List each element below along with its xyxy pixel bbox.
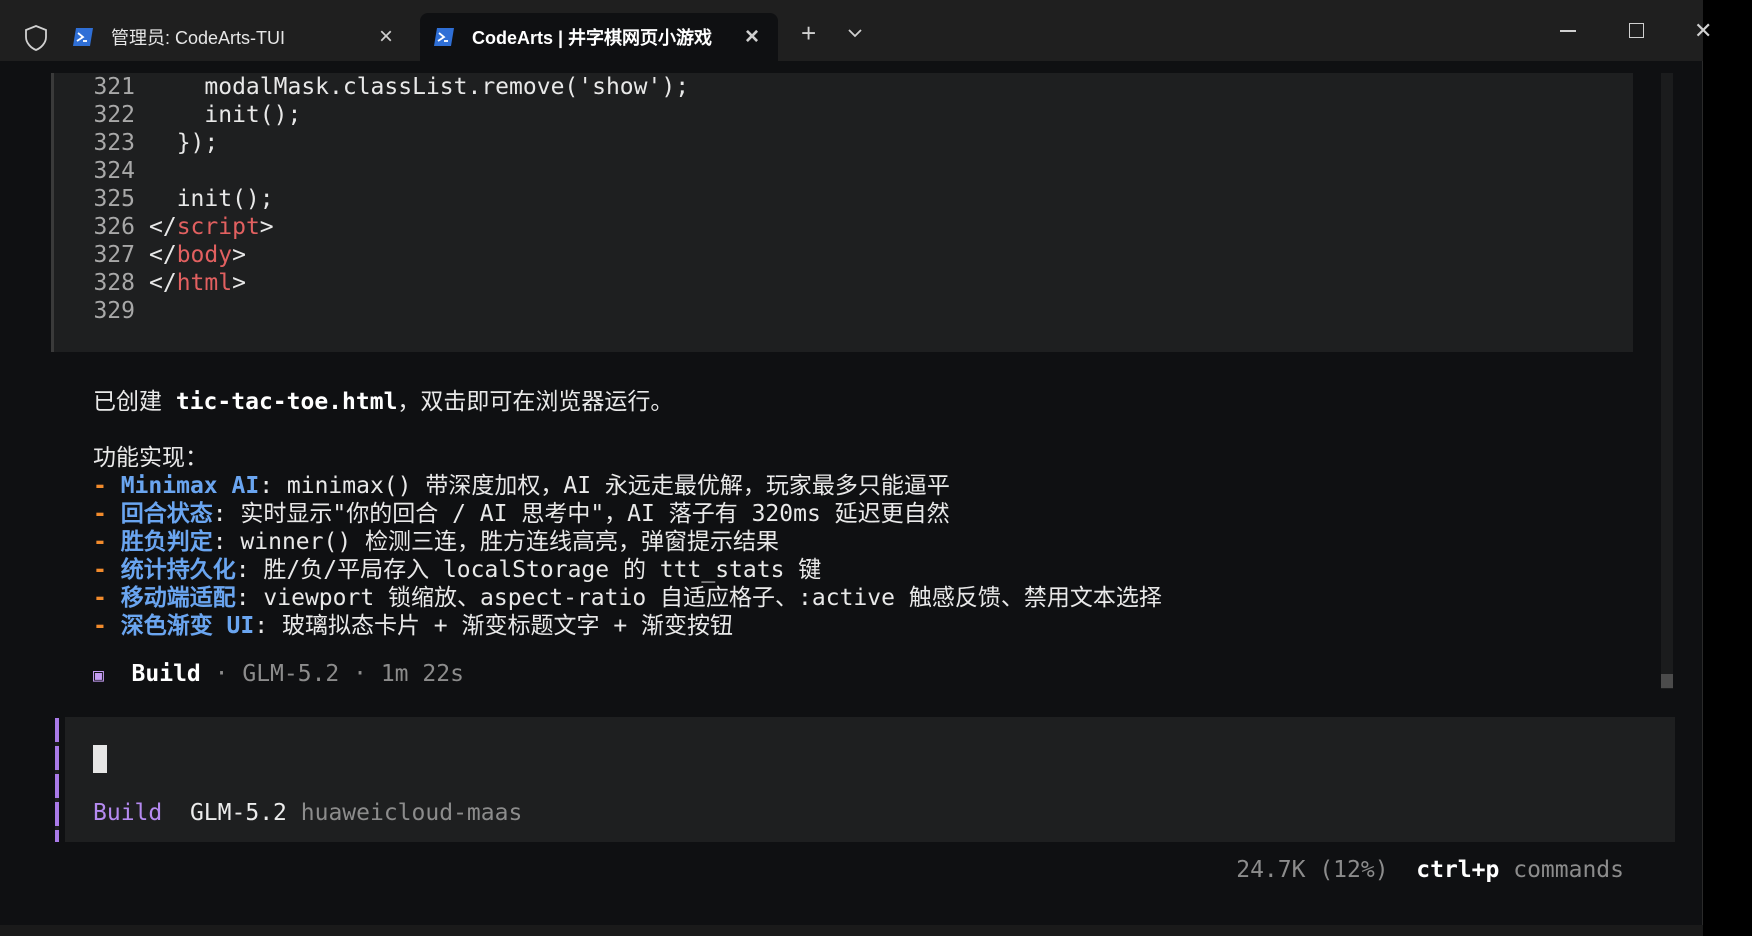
terminal-window: 管理员: CodeArts-TUI × CodeArts | 井字棋网页小游戏 …: [0, 0, 1712, 936]
file-name: tic-tac-toe.html: [175, 389, 398, 415]
code-line: 328 </html>: [93, 270, 246, 296]
window-bottom-edge: [0, 925, 1703, 936]
prompt-meta: Build GLM-5.2 huaweicloud-maas: [93, 800, 522, 826]
input-accent-rail: [55, 718, 59, 842]
code-line: 321 modalMask.classList.remove('show');: [93, 74, 690, 100]
agent-mode[interactable]: Build: [93, 800, 162, 826]
token-usage: 24.7K (12%): [1236, 857, 1389, 883]
powershell-icon: [434, 28, 454, 46]
provider-name: huaweicloud-maas: [300, 800, 523, 826]
code-block: 321 modalMask.classList.remove('show'); …: [51, 73, 1633, 352]
shortcut-label: commands: [1513, 857, 1624, 883]
close-icon[interactable]: ×: [742, 25, 762, 49]
tab-label: 管理员: CodeArts-TUI: [111, 28, 286, 48]
created-message: 已创建 tic-tac-toe.html，双击即可在浏览器运行。: [93, 389, 674, 415]
code-line: 324: [93, 158, 135, 184]
code-line: 323 });: [93, 130, 219, 156]
tab-bar: 管理员: CodeArts-TUI × CodeArts | 井字棋网页小游戏 …: [0, 0, 1712, 61]
window-close-icon[interactable]: ✕: [1694, 18, 1712, 44]
tab-admin-codearts-tui[interactable]: 管理员: CodeArts-TUI ×: [62, 13, 412, 61]
code-line: 326 </script>: [93, 214, 274, 240]
tab-label: CodeArts | 井字棋网页小游戏: [472, 28, 713, 48]
chevron-down-icon[interactable]: [847, 25, 863, 41]
code-line: 325 init();: [93, 186, 274, 212]
shortcut-key: ctrl+p: [1416, 857, 1500, 883]
maximize-icon[interactable]: [1629, 23, 1644, 38]
minimize-icon[interactable]: [1560, 30, 1576, 32]
text-cursor: [93, 745, 107, 773]
close-icon[interactable]: ×: [376, 25, 396, 49]
scrollbar-thumb[interactable]: [1661, 674, 1673, 688]
new-tab-plus-icon[interactable]: +: [801, 20, 816, 46]
feature-item: - 深色渐变 UI: 玻璃拟态卡片 + 渐变标题文字 + 渐变按钮: [93, 613, 734, 639]
build-square-icon: ▣: [93, 665, 104, 686]
status-bar: 24.7K (12%) ctrl+p commands: [1236, 857, 1624, 883]
code-line: 322 init();: [93, 102, 302, 128]
model-name[interactable]: GLM-5.2: [190, 800, 287, 826]
shield-icon[interactable]: [24, 25, 48, 51]
tab-codearts-tic-tac-toe[interactable]: CodeArts | 井字棋网页小游戏 ×: [420, 13, 778, 61]
code-line: 329: [93, 298, 135, 324]
scrollbar-track[interactable]: [1661, 73, 1673, 689]
powershell-icon: [73, 28, 93, 46]
code-line: 327 </body>: [93, 242, 246, 268]
build-status-line: ▣ Build · GLM-5.2 · 1m 22s: [93, 661, 464, 687]
